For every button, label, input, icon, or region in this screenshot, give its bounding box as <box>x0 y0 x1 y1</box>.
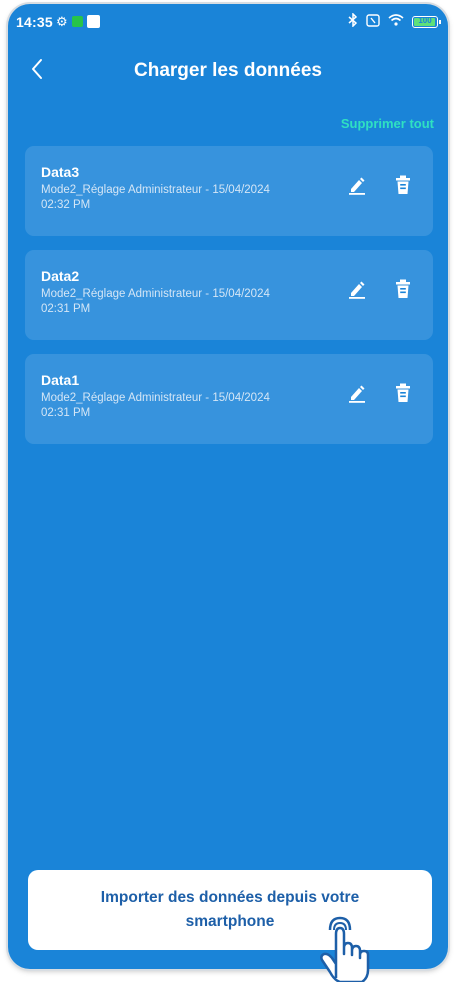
edit-button[interactable] <box>347 280 367 302</box>
delete-button[interactable] <box>393 175 413 200</box>
delete-button[interactable] <box>393 383 413 408</box>
settings-gear-icon: ⚙ <box>56 14 68 29</box>
wifi-icon <box>388 14 404 29</box>
battery-icon: 100 <box>412 15 441 28</box>
item-actions <box>347 279 413 304</box>
trash-icon <box>395 175 411 200</box>
app-notification-icon <box>71 16 83 27</box>
header: Charger les données <box>8 48 448 98</box>
nfc-icon <box>366 13 380 30</box>
pencil-icon <box>347 279 367 304</box>
list-item[interactable]: Data3 Mode2_Réglage Administrateur - 15/… <box>25 146 433 236</box>
delete-all-link[interactable]: Supprimer tout <box>341 116 434 131</box>
delete-button[interactable] <box>393 279 413 304</box>
trash-icon <box>395 279 411 304</box>
tap-hand-icon <box>300 912 384 984</box>
item-description: Mode2_Réglage Administrateur - 15/04/202… <box>41 392 270 419</box>
message-icon <box>86 15 100 28</box>
page-title: Charger les données <box>134 60 322 81</box>
status-left-icons: ⚙ <box>56 15 100 28</box>
item-actions <box>347 383 413 408</box>
bluetooth-icon <box>348 12 358 30</box>
list-item[interactable]: Data1 Mode2_Réglage Administrateur - 15/… <box>25 354 433 444</box>
status-right-icons: 100 <box>348 12 441 30</box>
status-bar: 14:35 ⚙ 100 <box>8 4 448 42</box>
trash-icon <box>395 383 411 408</box>
item-actions <box>347 175 413 200</box>
list-item[interactable]: Data2 Mode2_Réglage Administrateur - 15/… <box>25 250 433 340</box>
edit-button[interactable] <box>347 176 367 198</box>
status-time: 14:35 <box>16 14 53 30</box>
pencil-icon <box>347 175 367 200</box>
pencil-icon <box>347 383 367 408</box>
data-list: Data3 Mode2_Réglage Administrateur - 15/… <box>25 146 433 458</box>
battery-value: 100 <box>418 15 432 25</box>
item-description: Mode2_Réglage Administrateur - 15/04/202… <box>41 184 270 211</box>
edit-button[interactable] <box>347 384 367 406</box>
phone-screen: 14:35 ⚙ 100 Charger les données Supprime… <box>8 4 448 969</box>
item-description: Mode2_Réglage Administrateur - 15/04/202… <box>41 288 270 315</box>
